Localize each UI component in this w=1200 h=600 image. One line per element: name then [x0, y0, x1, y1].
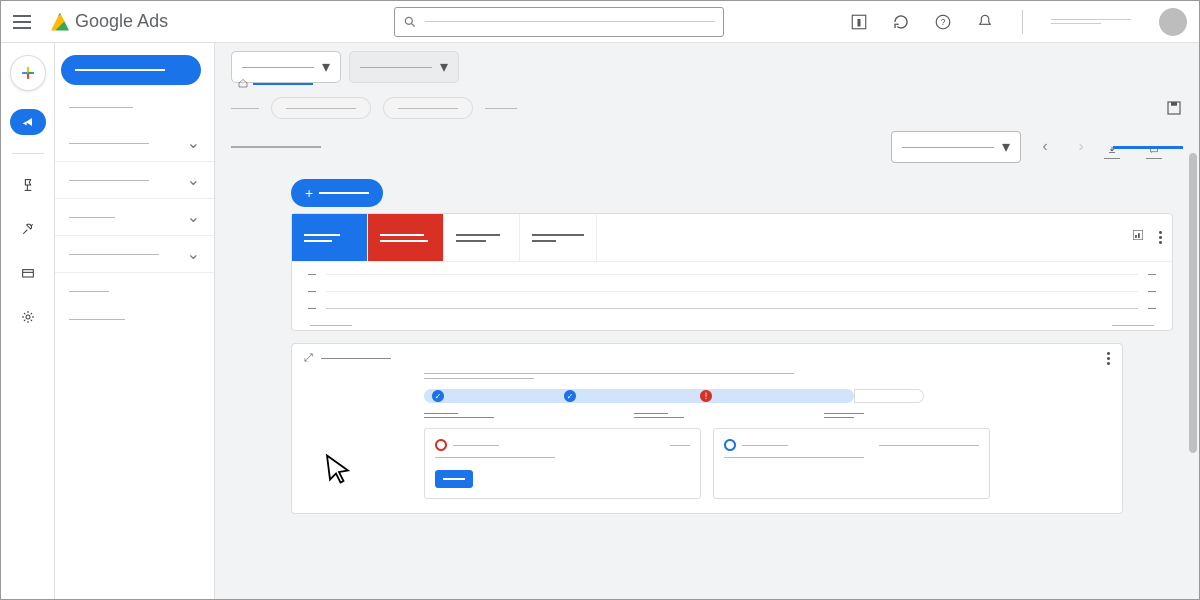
- sidebar-item-0[interactable]: [55, 93, 214, 121]
- header-actions: ?: [850, 8, 1187, 36]
- create-button[interactable]: [10, 55, 46, 91]
- left-rail: [1, 43, 55, 599]
- step-2-done-icon[interactable]: ✓: [564, 390, 576, 402]
- account-label[interactable]: [1051, 19, 1131, 24]
- sidebar-item-6[interactable]: [55, 305, 214, 333]
- scrollbar-thumb[interactable]: [1189, 153, 1197, 453]
- sidebar-item-1[interactable]: ⌄: [55, 129, 214, 157]
- page-title: [231, 146, 321, 148]
- panel-desc-2: [424, 378, 534, 379]
- rail-tools-icon[interactable]: [10, 216, 46, 242]
- sidebar-item-5[interactable]: [55, 277, 214, 305]
- sidebar-primary[interactable]: [61, 55, 201, 85]
- sidebar-item-4[interactable]: ⌄: [55, 240, 214, 268]
- info-card-warning[interactable]: [424, 428, 701, 499]
- chart-area: [292, 262, 1172, 323]
- rail-billing-icon[interactable]: [10, 260, 46, 286]
- view-selector[interactable]: ▾: [349, 51, 459, 83]
- progress-step-labels: [424, 413, 990, 418]
- account-selector[interactable]: ▾: [231, 51, 341, 89]
- logo[interactable]: Google Ads: [51, 11, 168, 32]
- home-icon: [237, 77, 249, 89]
- metrics-tabs: [292, 214, 1172, 262]
- progress-bar: ✓ ✓ !: [424, 389, 990, 403]
- dropdown-caret-icon: ▾: [1002, 137, 1010, 157]
- next-period-button[interactable]: ›: [1069, 135, 1093, 159]
- metrics-card: [291, 213, 1173, 331]
- sidebar-item-2[interactable]: ⌄: [55, 166, 214, 194]
- chevron-down-icon: ⌄: [187, 207, 200, 227]
- cursor-icon: [321, 451, 357, 492]
- plus-icon: +: [305, 185, 313, 201]
- crumb-1[interactable]: [231, 108, 259, 109]
- chart-footer: [292, 323, 1172, 330]
- menu-icon[interactable]: [13, 10, 37, 34]
- reports-icon[interactable]: [850, 13, 868, 31]
- panel-title: [321, 358, 391, 360]
- sidebar: ⌄ ⌄ ⌄ ⌄: [55, 43, 215, 599]
- collapse-icon[interactable]: ⤢: [304, 352, 313, 365]
- fix-button[interactable]: [435, 470, 473, 488]
- top-selectors: ▾ ▾: [231, 51, 1183, 89]
- setup-panel: ⤢ ✓ ✓ !: [291, 343, 1123, 514]
- info-cards: [424, 428, 990, 499]
- tab-impressions[interactable]: [368, 214, 444, 261]
- search-input[interactable]: [394, 7, 724, 37]
- crumb-3[interactable]: [383, 97, 473, 119]
- panel-menu-icon[interactable]: [1107, 352, 1110, 365]
- info-status-icon: [724, 439, 736, 451]
- active-indicator: [1113, 146, 1183, 149]
- crumb-4[interactable]: [485, 108, 517, 109]
- main: ▾ ▾ ▾ ‹ › +: [215, 43, 1199, 599]
- date-range-selector[interactable]: ▾: [891, 131, 1021, 163]
- expand-chart-icon[interactable]: [1131, 228, 1145, 247]
- prev-period-button[interactable]: ‹: [1033, 135, 1057, 159]
- crumb-2[interactable]: [271, 97, 371, 119]
- step-3-error-icon[interactable]: !: [700, 390, 712, 402]
- notifications-icon[interactable]: [976, 13, 994, 31]
- vertical-scrollbar[interactable]: [1189, 43, 1197, 597]
- warning-status-icon: [435, 439, 447, 451]
- page-header: ▾ ‹ ›: [231, 131, 1183, 163]
- step-1-done-icon[interactable]: ✓: [432, 390, 444, 402]
- add-campaign-button[interactable]: +: [291, 179, 383, 207]
- chevron-down-icon: ⌄: [187, 170, 200, 190]
- rail-admin-icon[interactable]: [10, 304, 46, 330]
- dropdown-caret-icon: ▾: [440, 57, 448, 77]
- help-icon[interactable]: ?: [934, 13, 952, 31]
- breadcrumb: [231, 97, 1183, 119]
- sidebar-primary-label: [75, 69, 165, 71]
- refresh-icon[interactable]: [892, 13, 910, 31]
- save-icon[interactable]: [1165, 99, 1183, 117]
- search-icon: [403, 15, 417, 29]
- panel-desc-1: [424, 373, 794, 374]
- sidebar-item-3[interactable]: ⌄: [55, 203, 214, 231]
- tab-ctr[interactable]: [444, 214, 520, 261]
- google-ads-logo-icon: [51, 13, 69, 31]
- svg-text:?: ?: [941, 18, 946, 27]
- product-name: Google Ads: [75, 11, 168, 32]
- tab-clicks[interactable]: [292, 214, 368, 261]
- tab-cpc[interactable]: [520, 214, 597, 261]
- rail-goals-icon[interactable]: [10, 172, 46, 198]
- header: Google Ads ?: [1, 1, 1199, 43]
- info-card-info[interactable]: [713, 428, 990, 499]
- dropdown-caret-icon: ▾: [322, 57, 330, 77]
- chevron-down-icon: ⌄: [187, 133, 200, 153]
- rail-campaigns-icon[interactable]: [10, 109, 46, 135]
- card-menu-icon[interactable]: [1159, 231, 1162, 244]
- chevron-down-icon: ⌄: [187, 244, 200, 264]
- avatar[interactable]: [1159, 8, 1187, 36]
